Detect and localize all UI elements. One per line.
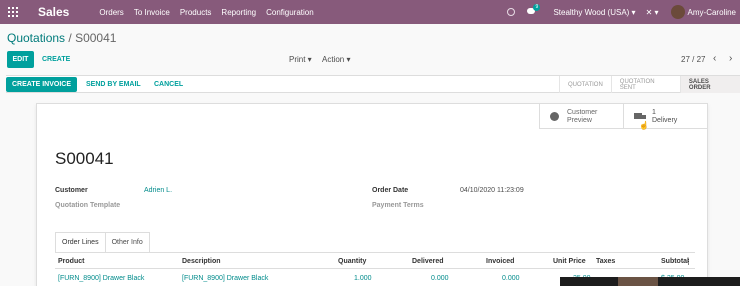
row-quantity[interactable]: 1.000 <box>354 275 372 282</box>
send-by-email-button[interactable]: SEND BY EMAIL <box>86 77 141 92</box>
col-quantity[interactable]: Quantity <box>338 258 366 265</box>
company-switcher[interactable]: Stealthy Wood (USA) ▾ <box>553 8 635 17</box>
stage-quotation-sent[interactable]: QUOTATION SENT <box>610 76 680 93</box>
breadcrumb-current: S00041 <box>75 31 117 45</box>
customer-preview-button[interactable]: Customer Preview <box>539 104 623 129</box>
action-label: Action <box>322 55 345 64</box>
column-options-icon[interactable]: ⋮ <box>685 258 692 266</box>
order-date-label: Order Date <box>372 187 409 194</box>
breadcrumb-separator: / <box>68 31 72 45</box>
col-invoiced[interactable]: Invoiced <box>486 258 514 265</box>
webcam-overlay <box>560 277 740 286</box>
col-taxes[interactable]: Taxes <box>596 258 615 265</box>
systray: 9 Stealthy Wood (USA) ▾ ✕ ▾ Amy-Caroline <box>507 0 740 24</box>
action-dropdown[interactable]: Action ▾ <box>322 55 350 64</box>
form-sheet: Customer Preview 1 Delivery ☝ S00041 Cus… <box>36 103 708 286</box>
avatar[interactable] <box>670 5 685 19</box>
col-delivered[interactable]: Delivered <box>412 258 444 265</box>
breadcrumb-quotations[interactable]: Quotations <box>7 31 65 45</box>
menu-products[interactable]: Products <box>180 8 212 17</box>
print-dropdown[interactable]: Print ▾ <box>289 55 312 64</box>
tab-divider <box>55 252 695 253</box>
chat-count-badge: 9 <box>533 4 541 11</box>
hand-cursor-icon: ☝ <box>639 121 649 130</box>
pager-next-icon[interactable]: › <box>729 53 732 64</box>
customer-label: Customer <box>55 187 88 194</box>
delivery-button[interactable]: 1 Delivery ☝ <box>623 104 707 130</box>
user-name[interactable]: Amy-Caroline <box>688 8 736 17</box>
debug-tools-icon[interactable]: ✕ ▾ <box>646 8 659 17</box>
stage-quotation[interactable]: QUOTATION <box>559 76 611 93</box>
row-delivered[interactable]: 0.000 <box>431 275 449 282</box>
globe-icon <box>550 112 559 121</box>
truck-icon <box>634 112 646 121</box>
order-date-field[interactable]: 04/10/2020 11:23:09 <box>460 187 524 194</box>
tab-order-lines[interactable]: Order Lines <box>55 232 106 252</box>
order-name: S00041 <box>55 149 114 168</box>
company-name: Stealthy Wood (USA) <box>553 7 630 17</box>
menu-to-invoice[interactable]: To Invoice <box>134 8 170 17</box>
breadcrumb: Quotations / S00041 <box>7 31 116 45</box>
tab-other-info[interactable]: Other Info <box>105 232 150 252</box>
stage-pipeline: QUOTATION QUOTATION SENT SALES ORDER <box>559 76 740 93</box>
create-button[interactable]: CREATE <box>42 51 70 68</box>
stage-sales-order[interactable]: SALES ORDER <box>679 76 740 93</box>
pager-previous-icon[interactable]: ‹ <box>713 53 716 64</box>
top-navbar: Sales Orders To Invoice Products Reporti… <box>0 0 740 24</box>
row-product[interactable]: [FURN_8900] Drawer Black <box>58 275 144 282</box>
main-menu: Orders To Invoice Products Reporting Con… <box>99 8 323 17</box>
col-product[interactable]: Product <box>58 258 84 265</box>
status-bar: CREATE INVOICE SEND BY EMAIL CANCEL QUOT… <box>6 75 740 93</box>
preview-line1: Customer <box>567 108 598 116</box>
edit-button[interactable]: EDIT <box>7 51 34 68</box>
delivery-count: 1 <box>652 108 656 116</box>
menu-reporting[interactable]: Reporting <box>221 8 256 17</box>
order-lines-header: Product Description Quantity Delivered I… <box>55 255 695 269</box>
apps-menu-icon[interactable] <box>8 7 18 17</box>
row-description[interactable]: [FURN_8900] Drawer Black <box>182 275 268 282</box>
activity-clock-icon[interactable] <box>507 8 516 16</box>
delivery-label: Delivery <box>652 116 678 124</box>
app-brand[interactable]: Sales <box>38 5 69 19</box>
menu-configuration[interactable]: Configuration <box>266 8 314 17</box>
preview-line2: Preview <box>567 116 592 124</box>
payment-terms-label: Payment Terms <box>372 202 424 209</box>
notebook-tabs: Order Lines Other Info <box>55 232 150 252</box>
pager-value[interactable]: 27 / 27 <box>681 55 705 64</box>
customer-field[interactable]: Adrien L. <box>144 187 172 194</box>
cancel-button[interactable]: CANCEL <box>154 77 183 92</box>
webcam-face <box>618 277 658 286</box>
menu-orders[interactable]: Orders <box>99 8 123 17</box>
chat-icon[interactable]: 9 <box>527 4 541 16</box>
print-label: Print <box>289 55 306 64</box>
smart-button-box: Customer Preview 1 Delivery ☝ <box>539 104 707 130</box>
col-description[interactable]: Description <box>182 258 221 265</box>
quotation-template-label: Quotation Template <box>55 202 121 209</box>
create-invoice-button[interactable]: CREATE INVOICE <box>6 77 77 92</box>
col-unit-price[interactable]: Unit Price <box>553 258 586 265</box>
row-invoiced[interactable]: 0.000 <box>502 275 520 282</box>
